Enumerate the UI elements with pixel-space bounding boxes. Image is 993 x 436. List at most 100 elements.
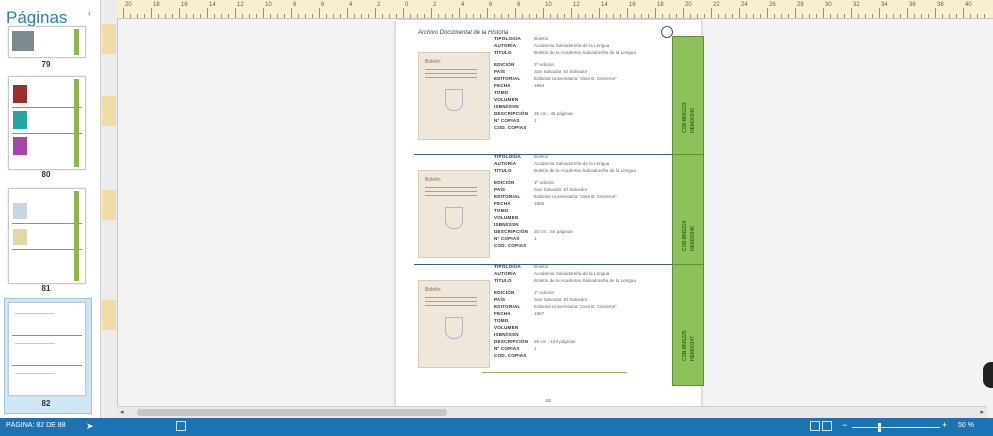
publication-cover-image: Boletín	[418, 52, 490, 140]
zoom-level[interactable]: 50 %	[958, 422, 974, 429]
ruler-label: 26	[769, 2, 776, 8]
thumbnail-rule	[12, 335, 82, 336]
ruler-tick	[585, 14, 586, 18]
ruler-highlight	[102, 96, 116, 126]
field-label: ISBN/ISSN	[494, 332, 519, 337]
field-label: Nº COPIAS	[494, 346, 520, 351]
ruler-tick	[179, 8, 180, 18]
ruler-tick	[886, 14, 887, 18]
ruler-tick	[949, 14, 950, 18]
ruler-tick	[816, 14, 817, 18]
field-value: Academia Salvadoreña de la Lengua	[534, 271, 610, 276]
thumbnail-image	[12, 31, 34, 51]
zoom-out-button[interactable]: −	[842, 420, 847, 430]
ruler-tick	[928, 14, 929, 18]
thumbnail-page-81[interactable]	[8, 188, 86, 284]
scroll-left-icon[interactable]: ◂	[120, 408, 124, 416]
thumbnail-page-79[interactable]	[8, 26, 86, 58]
ruler-tick	[676, 14, 677, 18]
ruler-tick	[956, 14, 957, 18]
cover-title: Boletín	[425, 177, 441, 183]
grid-view-icon[interactable]	[822, 421, 832, 431]
ruler-tick	[417, 14, 418, 18]
ruler-tick	[438, 14, 439, 18]
field-label: DESCRIPCIÓN	[494, 339, 529, 344]
ruler-label: 4	[461, 2, 465, 8]
field-value: Boletín de la Academia Salvadoreña de la…	[534, 168, 636, 173]
field-label: PAÍS	[494, 297, 506, 302]
publication-cover-image: Boletín	[418, 280, 490, 368]
field-value: Editorial Universitaria "José B. Cisnero…	[534, 304, 617, 309]
ruler-tick	[312, 14, 313, 18]
ruler-tick	[830, 14, 831, 18]
ruler-tick	[249, 14, 250, 18]
field-label: FECHA	[494, 83, 511, 88]
ruler-tick	[851, 8, 852, 18]
ruler-tick	[634, 14, 635, 18]
scrollbar-thumb[interactable]	[137, 409, 447, 416]
catalog-entry: Boletín TIPOLOGÍA Boletín AUTORÍA Academia S…	[414, 154, 704, 276]
ruler-tick	[802, 14, 803, 18]
ruler-tick	[781, 14, 782, 18]
zoom-slider-knob[interactable]	[878, 423, 881, 432]
ruler-tick	[704, 14, 705, 18]
ruler-tick	[753, 14, 754, 18]
ruler-tick	[522, 14, 523, 18]
scroll-right-icon[interactable]: ▸	[980, 408, 984, 416]
field-value: San Salvador, El Salvador	[534, 297, 588, 302]
field-label: COD. COPIAS	[494, 243, 527, 248]
ruler-tick	[970, 14, 971, 18]
field-label: ISBN/ISSN	[494, 222, 519, 227]
ruler-tick	[858, 14, 859, 18]
page-number-81: 81	[41, 284, 51, 293]
ruler-tick	[480, 14, 481, 18]
ruler-tick	[452, 14, 453, 18]
pages-panel: Páginas ‹ 79 80 81 82	[0, 0, 101, 418]
field-label: TOMO	[494, 90, 509, 95]
ruler-tick	[347, 8, 348, 18]
ruler-label: 18	[153, 2, 160, 8]
field-label: VOLUMEN	[494, 325, 519, 330]
thumbnail-page-80[interactable]	[8, 76, 86, 170]
publication-cover-image: Boletín	[418, 170, 490, 258]
ruler-tick	[396, 14, 397, 18]
cover-text-line	[425, 73, 477, 74]
ruler-tick	[319, 8, 320, 18]
ruler-tick	[151, 8, 152, 18]
ruler-label: 12	[573, 2, 580, 8]
ruler-tick	[662, 14, 663, 18]
page-view-icon[interactable]	[810, 421, 820, 431]
ruler-label: 10	[265, 2, 272, 8]
zoom-slider[interactable]	[852, 427, 940, 428]
field-value: Editorial Universitaria "José B. Cisnero…	[534, 194, 617, 199]
field-label: EDITORIAL	[494, 76, 521, 81]
page-number-80: 80	[41, 170, 51, 179]
field-value: 25 cm ; 45 páginas	[534, 111, 573, 116]
classification-strip: CSB-BNS223 HEM00346	[672, 36, 704, 158]
pointer-arrow-icon: ➤	[86, 421, 94, 431]
catalog-entry: Boletín TIPOLOGÍA Boletín AUTORÍA Academia S…	[414, 36, 704, 158]
thumbnail-text	[15, 343, 55, 344]
field-value: 1ª edición	[534, 62, 555, 67]
ruler-tick	[424, 14, 425, 18]
zoom-in-button[interactable]: +	[942, 420, 947, 430]
ruler-tick	[193, 14, 194, 18]
present-icon[interactable]	[176, 421, 186, 431]
ruler-tick	[914, 14, 915, 18]
ruler-tick	[900, 14, 901, 18]
thumbnail-text	[15, 313, 55, 314]
ruler-label: 6	[321, 2, 325, 8]
cover-emblem-icon	[445, 89, 463, 111]
field-value: 1965	[534, 201, 545, 206]
ruler-tick	[669, 14, 670, 18]
floating-action-handle[interactable]	[983, 362, 993, 388]
ruler-tick	[130, 14, 131, 18]
cover-text-line	[425, 301, 477, 302]
collapse-panel-icon[interactable]: ‹	[88, 8, 91, 18]
thumbnail-page-82[interactable]	[8, 302, 86, 396]
ruler-tick	[893, 14, 894, 18]
thumbnail-image	[13, 85, 27, 103]
field-label: FECHA	[494, 201, 511, 206]
ruler-tick	[200, 14, 201, 18]
field-label: Nº COPIAS	[494, 118, 520, 123]
